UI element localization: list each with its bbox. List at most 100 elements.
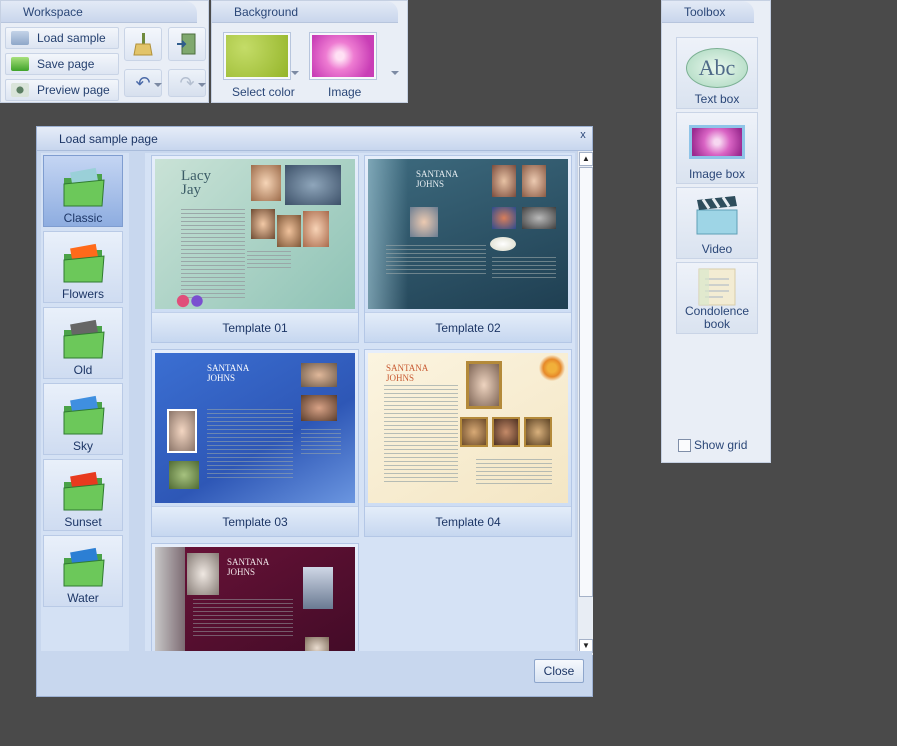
photo: [301, 395, 337, 421]
text-block: [384, 385, 458, 485]
photo: [251, 209, 275, 239]
photo: [522, 207, 556, 229]
leaf-decoration: [536, 353, 568, 383]
template-05-thumbnail: SANTANA JOHNS: [155, 547, 355, 653]
dialog-close-icon[interactable]: x: [577, 129, 589, 141]
background-tab: Background: [212, 1, 398, 23]
load-sample-icon: [11, 31, 29, 45]
text-box-label: Text box: [694, 92, 740, 106]
angel-figure: [368, 159, 408, 309]
template-label: Template 01: [152, 312, 358, 342]
load-sample-dialog: Load sample page x Classic Flowers Old S…: [36, 126, 593, 697]
template-01[interactable]: Lacy Jay Template 01: [151, 155, 359, 343]
photo: [169, 461, 199, 489]
exit-button[interactable]: [168, 27, 206, 61]
background-image-dropdown-icon[interactable]: [391, 71, 399, 75]
template-scrollbar[interactable]: ▲ ▼: [577, 151, 593, 655]
photo: [492, 165, 516, 197]
template-name-text: SANTANA JOHNS: [386, 363, 428, 383]
show-grid-label: Show grid: [694, 438, 748, 452]
photo: [492, 207, 516, 229]
select-color-label: Select color: [232, 85, 295, 99]
text-box-tool[interactable]: Abc Text box: [676, 37, 758, 109]
category-list: Classic Flowers Old Sky Sunset Water: [41, 153, 129, 653]
template-05[interactable]: SANTANA JOHNS: [151, 543, 359, 653]
background-panel: Background Select color Image: [211, 0, 408, 103]
photo: [460, 417, 488, 447]
classic-folder-icon: [63, 167, 105, 207]
flower-decoration: [490, 237, 516, 251]
template-02[interactable]: SANTANA JOHNS Template 02: [364, 155, 572, 343]
save-page-icon: [11, 57, 29, 71]
clear-page-button[interactable]: [124, 27, 162, 61]
workspace-tab: Workspace: [1, 1, 197, 23]
category-classic[interactable]: Classic: [43, 155, 123, 227]
scroll-thumb[interactable]: [579, 167, 593, 597]
preview-page-button[interactable]: Preview page: [5, 79, 119, 101]
condolence-book-label: Condolence book: [684, 304, 750, 331]
condolence-book-tool[interactable]: Condolence book: [676, 262, 758, 334]
select-color-swatch[interactable]: [224, 33, 290, 79]
text-block: [207, 409, 293, 479]
toolbox-tab: Toolbox: [662, 1, 754, 23]
photo: [167, 409, 197, 453]
template-03[interactable]: SANTANA JOHNS Template 03: [151, 349, 359, 537]
image-box-label: Image box: [688, 167, 746, 181]
template-03-thumbnail: SANTANA JOHNS: [155, 353, 355, 503]
preview-page-label: Preview page: [37, 83, 110, 97]
toolbox-panel: Toolbox Abc Text box Image box Video Con…: [661, 0, 771, 463]
category-label: Water: [67, 591, 99, 605]
background-image-swatch[interactable]: [310, 33, 376, 79]
image-box-icon: [689, 125, 745, 159]
workspace-panel: Workspace Load sample Save page Preview …: [0, 0, 209, 103]
photo: [277, 215, 301, 247]
text-block: [386, 245, 486, 275]
category-old[interactable]: Old: [43, 307, 123, 379]
text-block: [193, 599, 293, 639]
redo-icon: ↷: [179, 72, 195, 93]
show-grid-checkbox-row[interactable]: Show grid: [678, 438, 747, 452]
text-block: [476, 459, 552, 487]
category-sky[interactable]: Sky: [43, 383, 123, 455]
photo: [301, 363, 337, 387]
template-label: Template 02: [365, 312, 571, 342]
text-block: [492, 257, 556, 279]
template-04[interactable]: SANTANA JOHNS Template 04: [364, 349, 572, 537]
video-tool[interactable]: Video: [676, 187, 758, 259]
sky-folder-icon: [63, 395, 105, 435]
template-01-thumbnail: Lacy Jay: [155, 159, 355, 309]
show-grid-checkbox[interactable]: [678, 438, 691, 452]
save-page-button[interactable]: Save page: [5, 53, 119, 75]
photo: [187, 553, 219, 595]
category-flowers[interactable]: Flowers: [43, 231, 123, 303]
load-sample-label: Load sample: [37, 31, 106, 45]
photo: [522, 165, 546, 197]
template-name-text: Lacy Jay: [181, 168, 211, 198]
scroll-up-icon[interactable]: ▲: [579, 152, 593, 166]
redo-dropdown-icon[interactable]: [198, 83, 206, 87]
select-color-dropdown-icon[interactable]: [291, 71, 299, 75]
video-label: Video: [701, 242, 733, 256]
text-block: [181, 209, 245, 299]
template-label: Template 03: [152, 506, 358, 536]
category-sunset[interactable]: Sunset: [43, 459, 123, 531]
image-label: Image: [328, 85, 362, 99]
template-name-text: SANTANA JOHNS: [227, 557, 269, 577]
angel-figure: [155, 547, 185, 653]
close-button[interactable]: Close: [534, 659, 584, 683]
photo: [466, 361, 502, 409]
category-label: Old: [73, 363, 93, 377]
category-water[interactable]: Water: [43, 535, 123, 607]
load-sample-button[interactable]: Load sample: [5, 27, 119, 49]
template-name-text: SANTANA JOHNS: [416, 169, 458, 189]
photo: [524, 417, 552, 447]
text-block: [247, 251, 291, 271]
image-box-tool[interactable]: Image box: [676, 112, 758, 184]
photo: [251, 165, 281, 201]
undo-dropdown-icon[interactable]: [154, 83, 162, 87]
text-block: [301, 429, 341, 455]
photo: [492, 417, 520, 447]
door-exit-icon: [177, 33, 196, 55]
dialog-title: Load sample page: [37, 127, 592, 151]
photo: [303, 567, 333, 609]
